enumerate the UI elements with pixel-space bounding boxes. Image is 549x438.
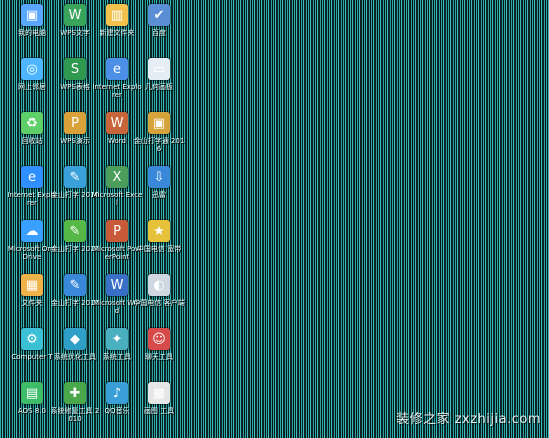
- desktop: ▣ 我的电脑 ◎ 网上邻居 ♻ 回收站 e Internet Explorer ☁ Microso…: [0, 0, 549, 435]
- desktop-icon-label: 迅雷: [152, 191, 166, 199]
- app-icon: ★: [148, 220, 170, 242]
- desktop-icon-label: 百度: [152, 29, 166, 37]
- app-icon: ☺: [148, 328, 170, 350]
- desktop-icon-label: 几何画板: [145, 83, 173, 91]
- app-icon: ▥: [106, 4, 128, 26]
- app-icon: S: [64, 58, 86, 80]
- desktop-icon-label: 中国电信 客户端: [133, 299, 185, 307]
- app-icon: X: [106, 166, 128, 188]
- app-icon: ⇩: [148, 166, 170, 188]
- desktop-icon[interactable]: ◐ 中国电信 客户端: [133, 270, 185, 330]
- app-icon: ☁: [21, 220, 43, 242]
- app-icon: ▣: [21, 4, 43, 26]
- desktop-icon[interactable]: ▦ 画图 工具: [133, 378, 185, 438]
- desktop-icon-label: 聊天工具: [145, 353, 173, 361]
- app-icon: P: [64, 112, 86, 134]
- app-icon: ⚙: [21, 328, 43, 350]
- desktop-icon[interactable]: ★ 中国电信 宽带: [133, 216, 185, 276]
- app-icon: W: [106, 112, 128, 134]
- desktop-icon[interactable]: ⇩ 迅雷: [133, 162, 185, 222]
- app-icon: ✔: [148, 4, 170, 26]
- app-icon: ✎: [64, 166, 86, 188]
- app-icon: ✚: [64, 382, 86, 404]
- app-icon: ▣: [148, 112, 170, 134]
- desktop-icon[interactable]: ▣ 金山打字通 2016: [133, 108, 185, 168]
- app-icon: ✦: [106, 328, 128, 350]
- watermark-text: 装修之家 zxzhijia.com: [396, 412, 541, 427]
- app-icon: ♻: [21, 112, 43, 134]
- app-icon: ◆: [64, 328, 86, 350]
- desktop-icon[interactable]: ☺ 聊天工具: [133, 324, 185, 384]
- app-icon: ◐: [148, 274, 170, 296]
- desktop-icon[interactable]: ✔ 百度: [133, 0, 185, 60]
- app-icon: e: [106, 58, 128, 80]
- app-icon: ◎: [21, 58, 43, 80]
- desktop-icon[interactable]: ▭ 几何画板: [133, 54, 185, 114]
- app-icon: ✎: [64, 274, 86, 296]
- app-icon: ▦: [21, 274, 43, 296]
- app-icon: ♪: [106, 382, 128, 404]
- app-icon: W: [106, 274, 128, 296]
- desktop-icon-label: 中国电信 宽带: [136, 245, 182, 253]
- app-icon: ▦: [148, 382, 170, 404]
- desktop-icon-label: 金山打字通 2016: [133, 137, 185, 153]
- app-icon: ▤: [21, 382, 43, 404]
- app-icon: e: [21, 166, 43, 188]
- desktop-icon-label: 画图 工具: [143, 407, 175, 415]
- app-icon: W: [64, 4, 86, 26]
- app-icon: P: [106, 220, 128, 242]
- app-icon: ▭: [148, 58, 170, 80]
- app-icon: ✎: [64, 220, 86, 242]
